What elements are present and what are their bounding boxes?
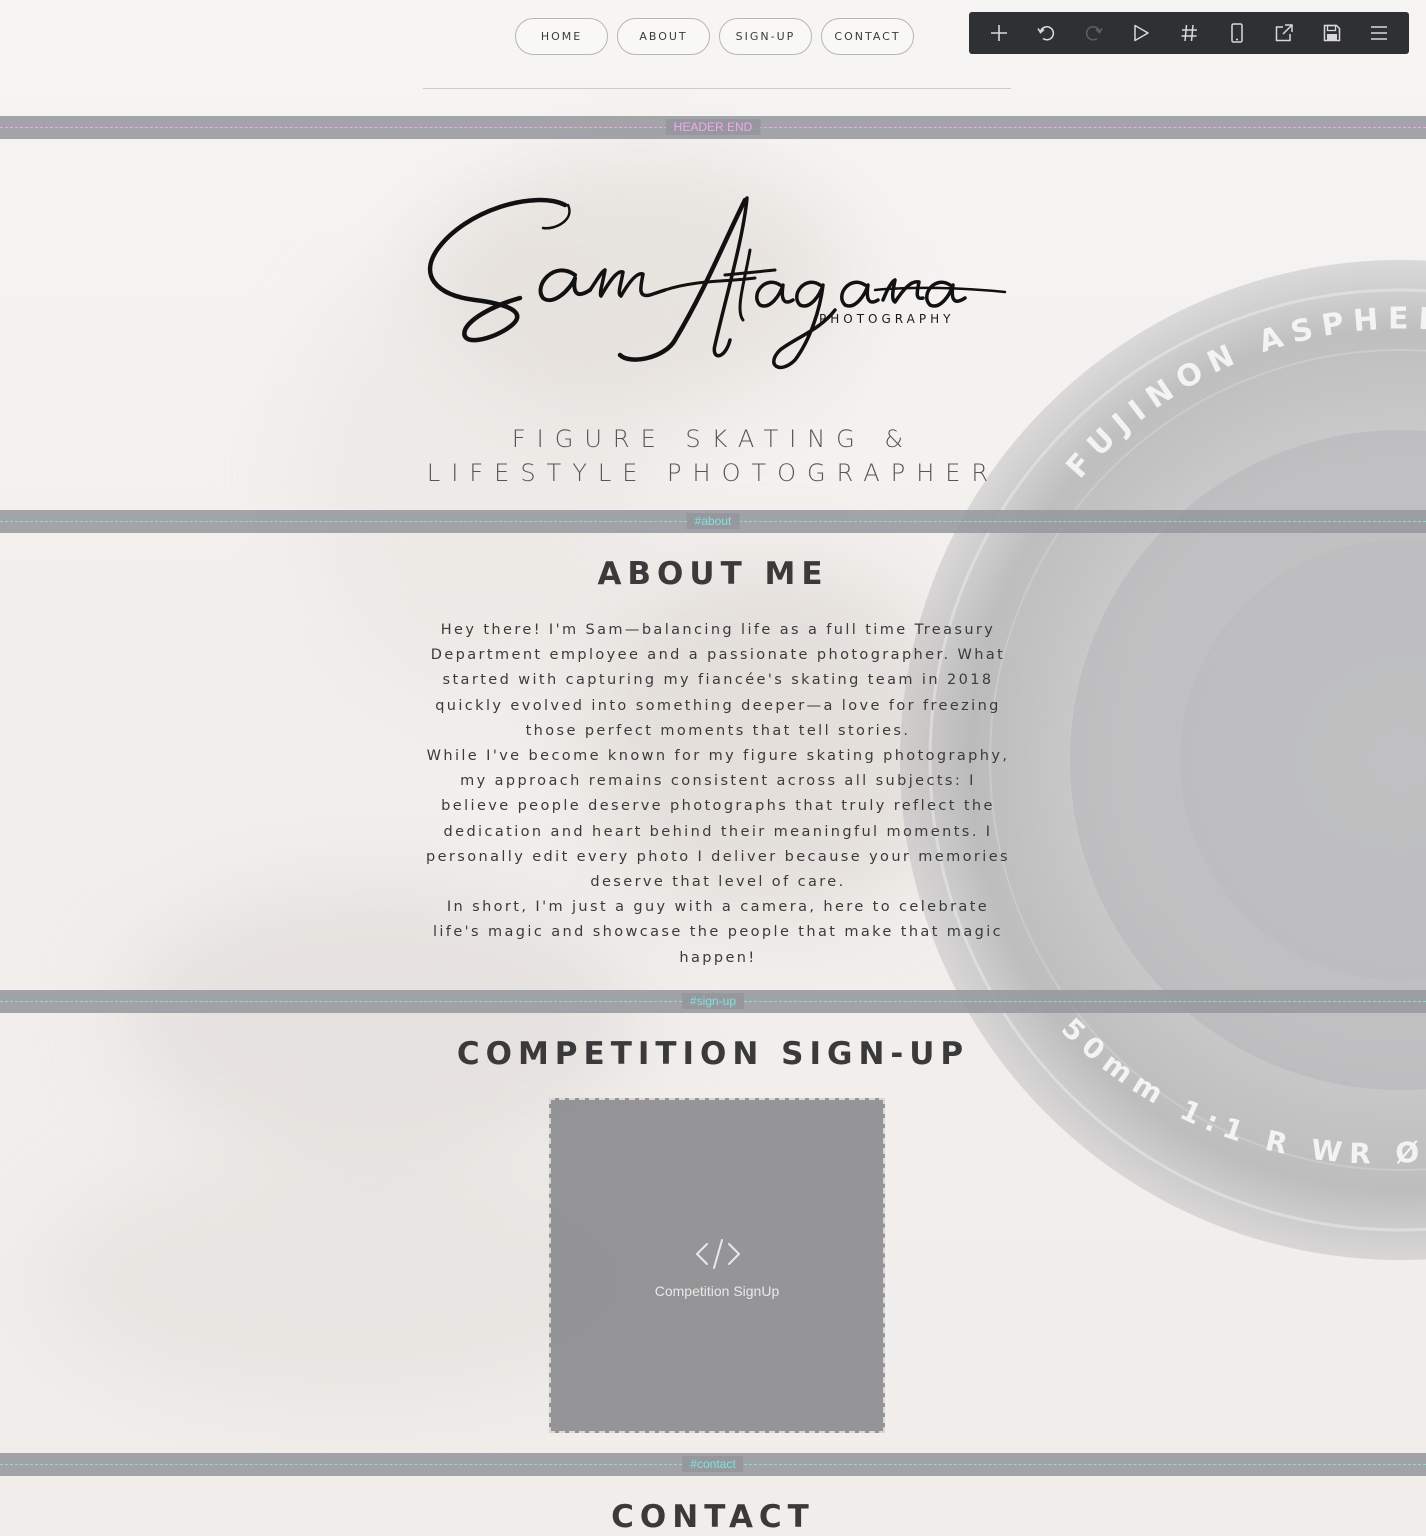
about-paragraph-3: In short, I'm just a guy with a camera, …: [432, 899, 1004, 966]
open-site-button[interactable]: [1264, 16, 1304, 50]
redo-button[interactable]: [1074, 16, 1114, 50]
menu-icon: [1371, 26, 1388, 40]
header-end-label: HEADER END: [665, 119, 761, 135]
signup-anchor-marker: #sign-up: [0, 990, 1426, 1013]
nav-contact-button[interactable]: CONTACT: [821, 18, 914, 55]
mobile-icon: [1230, 23, 1243, 43]
preview-button[interactable]: [1121, 16, 1161, 50]
site-logo: [427, 196, 1007, 370]
about-text: Hey there! I'm Sam—balancing life as a f…: [423, 618, 1013, 971]
nav-about-button[interactable]: ABOUT: [617, 18, 710, 55]
about-anchor-marker: #about: [0, 510, 1426, 533]
main-nav: HOME ABOUT SIGN-UP CONTACT: [515, 18, 914, 55]
undo-button[interactable]: [1026, 16, 1066, 50]
about-anchor-label: #about: [686, 513, 740, 529]
contact-title: CONTACT: [611, 1499, 815, 1535]
code-icon: [696, 1239, 740, 1269]
plus-icon: [990, 25, 1007, 41]
contact-anchor-marker: #contact: [0, 1453, 1426, 1476]
signup-anchor-label: #sign-up: [681, 993, 745, 1009]
tagline-line-1: FIGURE SKATING &: [511, 425, 915, 453]
about-title: ABOUT ME: [597, 556, 829, 592]
play-icon: [1134, 24, 1150, 42]
contact-anchor-label: #contact: [682, 1456, 744, 1472]
tagline-line-2: LIFESTYLE PHOTOGRAPHER: [426, 459, 1000, 487]
about-paragraph-2: While I've become known for my figure sk…: [425, 748, 1010, 891]
header-end-marker: HEADER END: [0, 116, 1426, 139]
header-divider: [423, 88, 1011, 89]
undo-icon: [1037, 26, 1055, 41]
signup-title: COMPETITION SIGN-UP: [456, 1036, 970, 1072]
hash-icon: [1181, 24, 1197, 42]
editor-toolbar: [969, 12, 1409, 54]
about-paragraph-1: Hey there! I'm Sam—balancing life as a f…: [430, 622, 1006, 739]
anchors-button[interactable]: [1169, 16, 1209, 50]
redo-icon: [1085, 26, 1103, 41]
save-button[interactable]: [1312, 16, 1352, 50]
menu-button[interactable]: [1359, 16, 1399, 50]
mobile-view-button[interactable]: [1217, 16, 1257, 50]
embed-label: Competition SignUp: [654, 1283, 780, 1299]
add-button[interactable]: [979, 16, 1019, 50]
external-link-icon: [1275, 24, 1293, 42]
nav-home-button[interactable]: HOME: [515, 18, 608, 55]
logo-subtext: PHOTOGRAPHY: [819, 312, 955, 326]
competition-signup-embed[interactable]: Competition SignUp: [549, 1098, 885, 1433]
save-icon: [1323, 24, 1340, 42]
nav-signup-button[interactable]: SIGN-UP: [719, 18, 812, 55]
hero-tagline: FIGURE SKATING & LIFESTYLE PHOTOGRAPHER: [0, 422, 1426, 490]
